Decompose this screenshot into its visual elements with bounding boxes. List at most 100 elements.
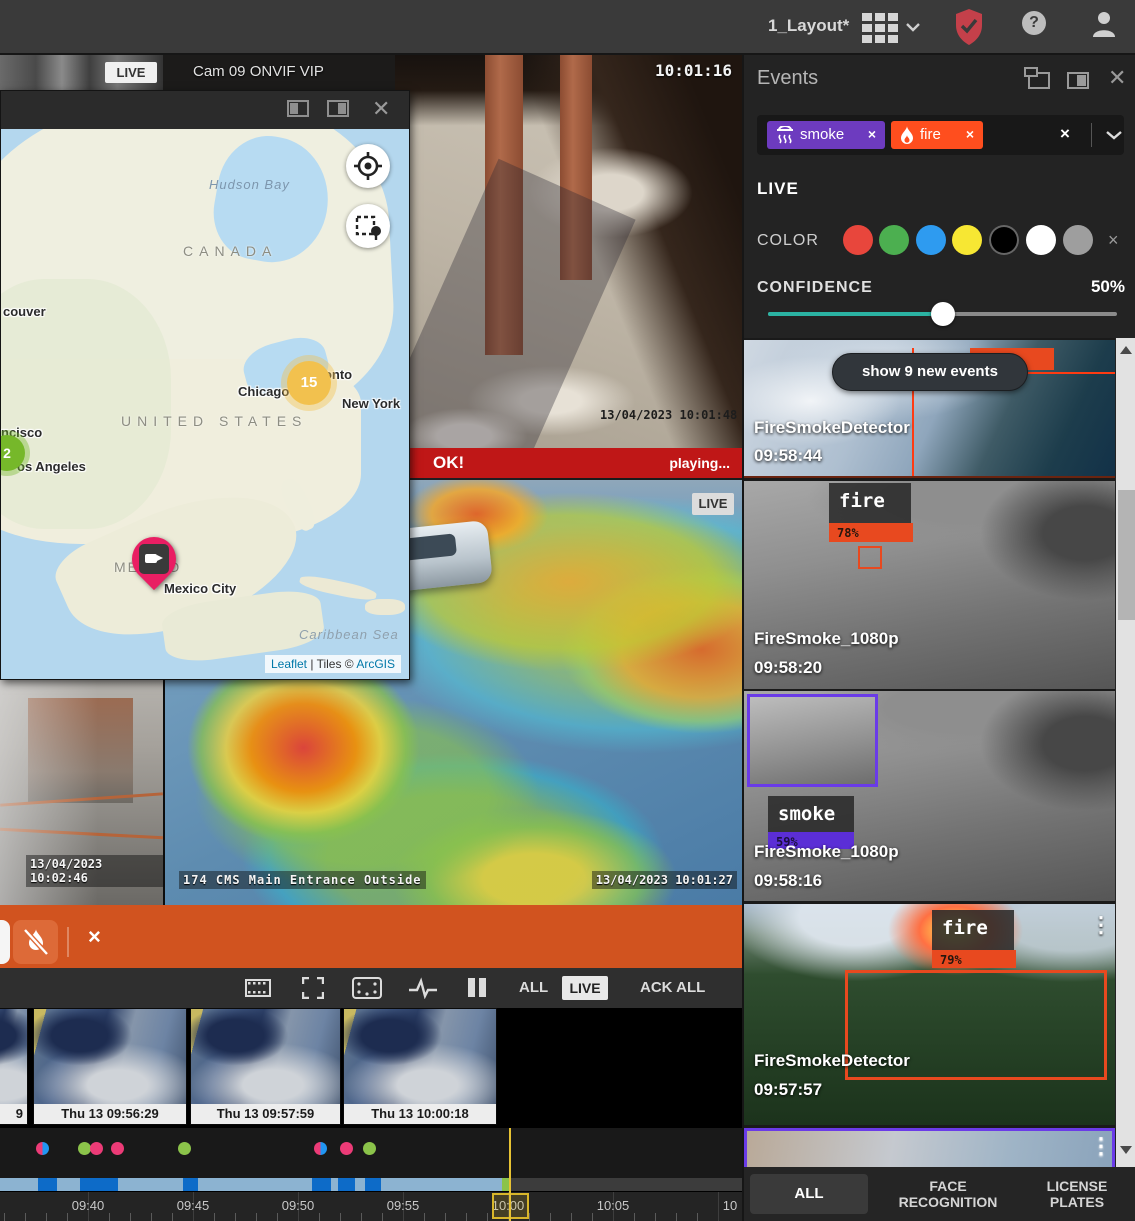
archive-band[interactable] [0, 1178, 742, 1191]
chip-label: fire [920, 126, 941, 143]
tab-all[interactable]: ALL [750, 1174, 868, 1214]
camera-title: Cam 09 ONVIF VIP [193, 63, 324, 80]
time-label: 09:50 [282, 1198, 315, 1213]
thumbnail[interactable]: Thu 13 10:00:18 [343, 1008, 497, 1125]
window-maximize-icon[interactable] [327, 100, 349, 117]
filter-chip-fire[interactable]: fire × [891, 121, 983, 149]
thumbnail[interactable]: Thu 13 09:56:29 [33, 1008, 187, 1125]
layout-chevron-down-icon[interactable] [905, 22, 921, 33]
filter-live-button[interactable]: LIVE [562, 976, 608, 1000]
event-dots-track[interactable] [0, 1128, 742, 1178]
event-dot[interactable] [178, 1142, 191, 1155]
thumbnail[interactable]: Thu 13 09:57:59 [190, 1008, 341, 1125]
clear-filters-icon[interactable]: × [1060, 124, 1070, 144]
confidence-slider[interactable] [768, 312, 1117, 316]
map-titlebar[interactable]: ✕ [1, 91, 409, 129]
clear-color-icon[interactable]: × [1108, 230, 1119, 251]
detection-box [858, 546, 882, 569]
detection-box [747, 694, 878, 787]
events-pulse-icon[interactable] [408, 977, 438, 999]
event-type-filter[interactable]: smoke × fire × × [757, 115, 1124, 155]
show-new-events-button[interactable]: show 9 new events [832, 353, 1028, 391]
scrollbar-thumb[interactable] [1118, 490, 1135, 620]
map-camera-pin[interactable] [132, 537, 180, 601]
user-account-icon[interactable] [1090, 9, 1118, 39]
map-label-vancouver: couver [3, 304, 46, 319]
event-dot[interactable] [363, 1142, 376, 1155]
event-menu-icon[interactable]: ⋮ [1090, 1133, 1112, 1159]
event-tile[interactable]: fire 78% FireSmoke_1080p 09:58:20 [744, 481, 1115, 689]
event-tile-partial[interactable]: ⋮ [744, 1128, 1115, 1167]
scroll-up-icon[interactable] [1120, 346, 1132, 354]
color-swatch-blue[interactable] [916, 225, 946, 255]
shadow [395, 159, 636, 480]
event-tile[interactable]: FireSmokeDetector 09:58:44 show 9 new ev… [744, 340, 1115, 478]
dock-panel-icon[interactable] [1067, 72, 1089, 89]
chevron-down-icon[interactable] [1105, 130, 1123, 141]
event-list[interactable]: FireSmokeDetector 09:58:44 show 9 new ev… [744, 338, 1115, 1167]
scroll-down-icon[interactable] [1120, 1146, 1132, 1154]
event-tile[interactable]: smoke 59% FireSmoke_1080p 09:58:16 [744, 691, 1115, 901]
layout-grid-icon[interactable] [862, 13, 899, 43]
color-filter-label: COLOR [757, 232, 819, 250]
popout-panel-icon[interactable] [1028, 72, 1050, 89]
calibrate-view-icon[interactable] [352, 977, 382, 999]
map-cluster-toronto[interactable]: 15 [287, 361, 331, 405]
pause-icon[interactable] [468, 978, 475, 997]
event-dot[interactable] [36, 1142, 49, 1155]
event-time: 09:58:16 [754, 871, 822, 891]
filter-all-button[interactable]: ALL [519, 979, 548, 996]
event-dot[interactable] [111, 1142, 124, 1155]
window-restore-icon[interactable] [287, 100, 309, 117]
remove-chip-icon[interactable]: × [868, 126, 876, 142]
color-swatch-white[interactable] [1026, 225, 1056, 255]
remove-chip-icon[interactable]: × [966, 126, 974, 142]
event-dot[interactable] [340, 1142, 353, 1155]
arcgis-link[interactable]: ArcGIS [356, 657, 395, 671]
event-menu-icon[interactable]: ⋮ [1090, 912, 1112, 938]
camera-tile-header[interactable]: Cam 09 ONVIF VIP [163, 55, 410, 90]
event-time: 09:57:57 [754, 1080, 822, 1100]
mute-fire-alarm-button[interactable] [13, 920, 58, 964]
thumbnail-caption: Thu 13 09:56:29 [34, 1104, 186, 1124]
layout-name[interactable]: 1_Layout* [768, 16, 849, 36]
event-dot[interactable] [314, 1142, 327, 1155]
timeline-ruler[interactable]: 09:40 09:45 09:50 09:55 10:00 10:05 10 [0, 1191, 742, 1221]
camera-status-bar: OK! playing... [395, 448, 742, 478]
color-swatch-red[interactable] [843, 225, 873, 255]
alarm-button-fragment[interactable] [0, 920, 10, 964]
help-icon[interactable]: ? [1022, 11, 1046, 35]
title-bar: 1_Layout* ? [0, 0, 1135, 55]
dismiss-alarm-icon[interactable]: × [88, 924, 101, 950]
thumbnail-partial[interactable]: 9 [0, 1008, 28, 1125]
events-scrollbar[interactable] [1116, 338, 1135, 1167]
chip-label: smoke [800, 126, 844, 143]
event-dot[interactable] [90, 1142, 103, 1155]
color-swatch-yellow[interactable] [952, 225, 982, 255]
ack-all-button[interactable]: ACK ALL [640, 979, 705, 996]
map-canvas[interactable]: Hudson Bay CANADA couver Toronto Chicago… [1, 129, 409, 679]
security-shield-icon[interactable] [950, 6, 988, 48]
playhead-line[interactable] [509, 1128, 511, 1221]
filter-chip-smoke[interactable]: smoke × [767, 121, 885, 149]
color-swatch-gray[interactable] [1063, 225, 1093, 255]
time-label: 10:05 [597, 1198, 630, 1213]
tab-face-recognition[interactable]: FACE RECOGNITION [884, 1174, 1012, 1214]
color-swatch-black[interactable] [989, 225, 1019, 255]
close-icon[interactable]: ✕ [372, 99, 390, 119]
camera-tile-cam09[interactable]: 10:01:16 13/04/2023 10:01:48 [395, 55, 742, 480]
tab-license-plates[interactable]: LICENSE PLATES [1022, 1174, 1132, 1214]
map-hispaniola [365, 599, 405, 615]
pause-icon[interactable] [479, 978, 486, 997]
filmstrip-icon[interactable] [245, 977, 271, 999]
leaflet-link[interactable]: Leaflet [271, 657, 307, 671]
fullscreen-icon[interactable] [302, 977, 324, 999]
slider-thumb[interactable] [931, 302, 955, 326]
close-panel-icon[interactable]: ✕ [1108, 68, 1126, 88]
camera-tile-small[interactable]: LIVE [0, 55, 163, 90]
color-swatch-green[interactable] [879, 225, 909, 255]
event-tile[interactable]: fire 79% ⋮ FireSmokeDetector 09:57:57 [744, 904, 1115, 1125]
camera-tile-construction[interactable]: 13/04/2023 10:02:46 [0, 680, 163, 905]
area-select-button[interactable] [346, 204, 390, 248]
locate-button[interactable] [346, 144, 390, 188]
